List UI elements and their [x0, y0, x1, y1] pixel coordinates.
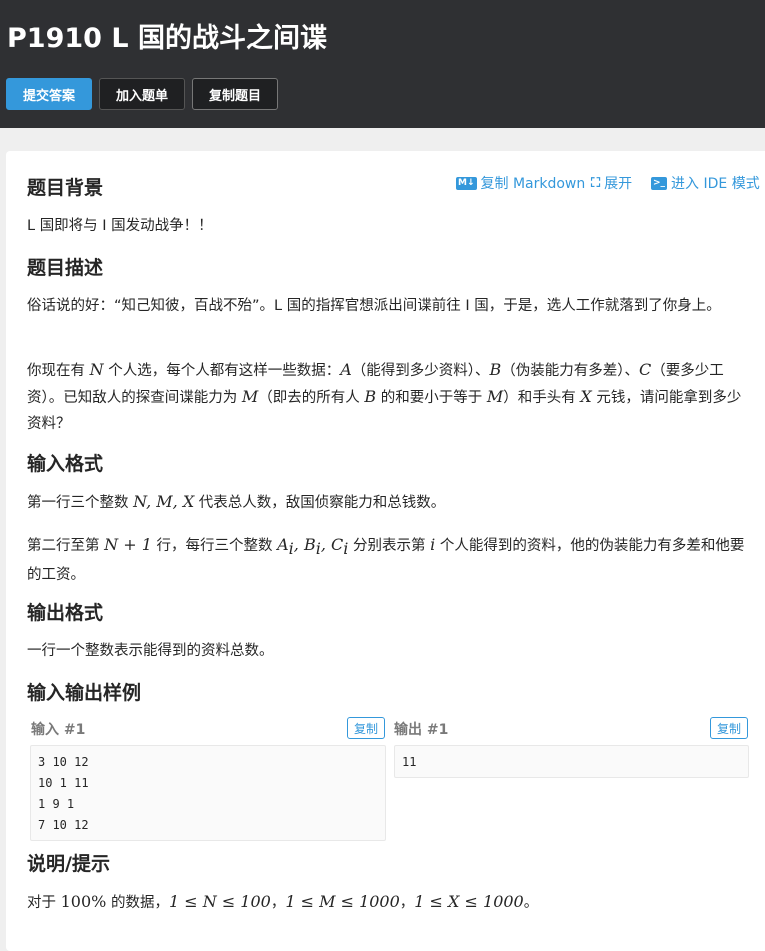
- section-title-hint: 说明/提示: [27, 853, 110, 875]
- expand-link[interactable]: ⛶ 展开: [591, 173, 632, 193]
- sample-input-label: 输入 #1: [31, 722, 86, 738]
- section-title-description: 题目描述: [27, 257, 104, 279]
- code-line: 10 1 11: [38, 776, 89, 790]
- expand-label: 展开: [604, 176, 633, 192]
- terminal-icon: >_: [651, 176, 668, 190]
- code-line: 11: [402, 755, 417, 769]
- copy-input-button[interactable]: 复制: [347, 717, 385, 739]
- hint-text: 对于 100% 的数据，1 ≤ N ≤ 100，1 ≤ M ≤ 1000，1 ≤…: [27, 892, 539, 911]
- description-paragraph-1: 俗话说的好：“知己知彼，百战不殆”。L 国的指挥官想派出间谍前往 I 国，于是，…: [27, 298, 721, 314]
- problem-card: M↓ 复制 Markdown ⛶ 展开 >_ 进入 IDE 模式 题目背景 L …: [6, 151, 765, 951]
- code-line: 3 10 12: [38, 755, 89, 769]
- sample-input-box[interactable]: 3 10 12 10 1 11 1 9 17 10 12: [30, 745, 386, 841]
- code-line: 1 9 1: [38, 797, 75, 811]
- sample-output-box[interactable]: 11: [394, 745, 749, 778]
- ide-mode-link[interactable]: >_ 进入 IDE 模式: [651, 173, 760, 193]
- submit-answer-button[interactable]: 提交答案: [6, 78, 92, 110]
- copy-problem-button[interactable]: 复制题目: [192, 78, 278, 110]
- add-to-list-button[interactable]: 加入题单: [99, 78, 185, 110]
- expand-icon: ⛶: [591, 175, 601, 191]
- problem-header: P1910 L 国的战斗之间谍 提交答案 加入题单 复制题目: [0, 0, 765, 128]
- input-paragraph-1: 第一行三个整数 N, M, X 代表总人数，敌国侦察能力和总钱数。: [27, 492, 446, 511]
- section-title-background: 题目背景: [27, 177, 104, 199]
- description-paragraph-2: 你现在有 N 个人选，每个人都有这样一些数据：A（能得到多少资料）、B（伪装能力…: [27, 360, 742, 432]
- sample-output-label: 输出 #1: [394, 722, 449, 738]
- page-title: P1910 L 国的战斗之间谍: [7, 23, 327, 54]
- section-title-input: 输入格式: [27, 453, 104, 475]
- background-text: L 国即将与 I 国发动战争！！: [27, 218, 213, 234]
- ide-mode-label: 进入 IDE 模式: [671, 176, 760, 192]
- markdown-icon: M↓: [456, 176, 477, 190]
- copy-markdown-link[interactable]: M↓ 复制 Markdown: [456, 173, 585, 193]
- section-title-output: 输出格式: [27, 602, 104, 624]
- code-line: 7 10 12: [38, 818, 89, 832]
- input-paragraph-2: 第二行至第 N + 1 行，每行三个整数 Ai, Bi, Ci 分别表示第 i …: [27, 535, 745, 583]
- output-text: 一行一个整数表示能得到的资料总数。: [27, 643, 274, 659]
- copy-output-button[interactable]: 复制: [710, 717, 748, 739]
- copy-markdown-label: 复制 Markdown: [480, 176, 586, 192]
- section-title-samples: 输入输出样例: [27, 682, 142, 704]
